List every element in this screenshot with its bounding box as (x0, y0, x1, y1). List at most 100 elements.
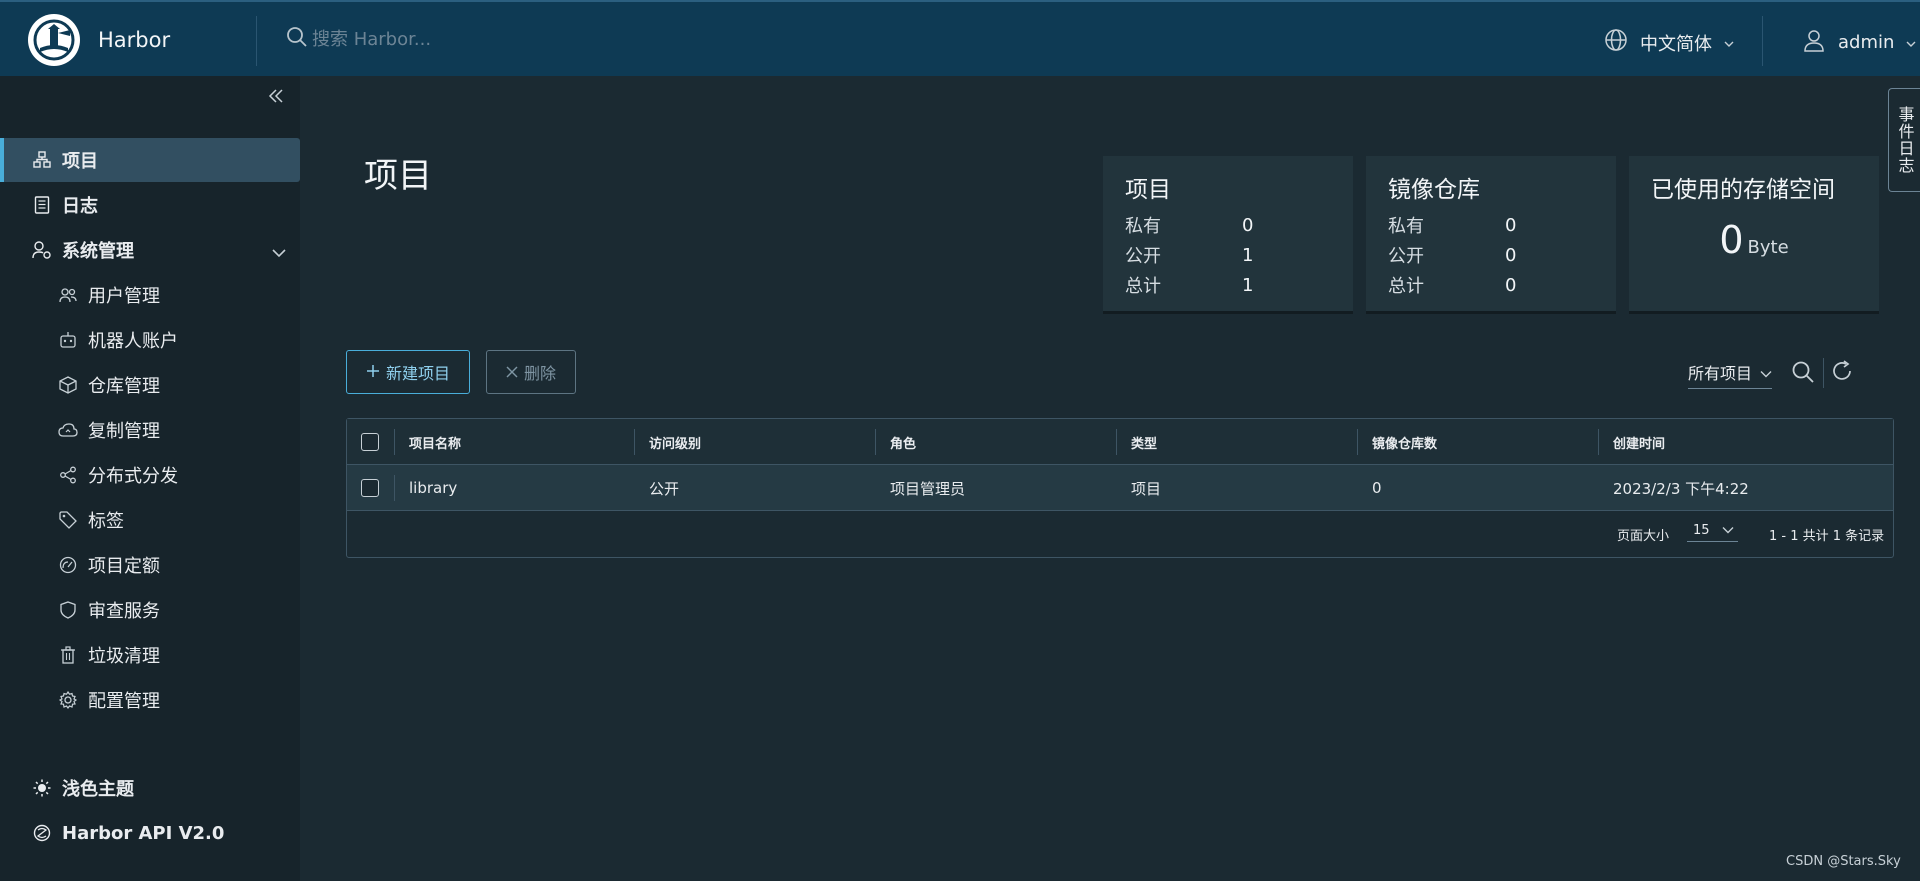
card-row-value: 0 (1505, 244, 1517, 266)
header-divider (256, 16, 257, 66)
sidebar-item-admin[interactable]: 系统管理 (0, 228, 300, 272)
select-all-checkbox[interactable] (361, 433, 379, 451)
card-row: 私有 0 (1125, 210, 1331, 240)
gear-icon (58, 690, 78, 710)
card-row: 私有 0 (1388, 210, 1594, 240)
sidebar-item-users[interactable]: 用户管理 (0, 273, 300, 317)
card-row-label: 总计 (1388, 276, 1424, 297)
close-icon (506, 363, 518, 382)
column-header-role[interactable]: 角色 (890, 419, 916, 465)
replication-icon (58, 420, 78, 440)
page-size-label: 页面大小 (1617, 529, 1670, 544)
page-size-select[interactable]: 15 (1687, 521, 1738, 542)
project-filter-select[interactable]: 所有项目 (1688, 360, 1773, 389)
user-menu[interactable]: admin (1796, 28, 1920, 57)
search-input[interactable] (312, 28, 732, 50)
sidebar-item-label: 仓库管理 (88, 376, 160, 397)
sidebar-item-logs[interactable]: 日志 (0, 183, 300, 227)
card-row-label: 私有 (1125, 216, 1161, 237)
trash-icon (58, 645, 78, 665)
share-icon (58, 465, 78, 485)
table-header: 项目名称 访问级别 角色 类型 镜像仓库数 创建时间 (347, 419, 1893, 465)
card-row: 总计 0 (1388, 270, 1594, 300)
sidebar-item-robot-accounts[interactable]: 机器人账户 (0, 318, 300, 362)
storage-value: 0 Byte (1651, 218, 1857, 262)
api-link[interactable]: Harbor API V2.0 (0, 811, 300, 855)
column-divider (394, 475, 395, 501)
column-header-repo-count[interactable]: 镜像仓库数 (1372, 419, 1437, 465)
sidebar-item-registries[interactable]: 仓库管理 (0, 363, 300, 407)
users-icon (58, 285, 78, 305)
new-project-button[interactable]: 新建项目 (346, 350, 470, 394)
top-header: Harbor 中文简体 admin (0, 0, 1920, 76)
projects-summary-card: 项目 私有 0 公开 1 总计 1 (1103, 156, 1353, 314)
refresh-icon[interactable] (1831, 360, 1853, 386)
row-checkbox-cell (361, 465, 379, 511)
chevron-down-icon[interactable] (272, 242, 286, 263)
brand[interactable]: Harbor (28, 14, 170, 66)
sidebar-item-distributions[interactable]: 分布式分发 (0, 453, 300, 497)
column-divider (394, 429, 395, 455)
card-row-label: 公开 (1388, 246, 1424, 267)
robot-icon (58, 330, 78, 350)
registry-icon (58, 375, 78, 395)
chevron-down-icon (1906, 32, 1916, 53)
card-row-label: 公开 (1125, 246, 1161, 267)
column-header-type[interactable]: 类型 (1131, 419, 1157, 465)
column-divider[interactable] (1357, 429, 1358, 455)
sidebar-item-projects[interactable]: 项目 (0, 138, 300, 182)
sidebar-item-configuration[interactable]: 配置管理 (0, 678, 300, 722)
projects-table: 项目名称 访问级别 角色 类型 镜像仓库数 创建时间 library 公开 项目… (346, 418, 1894, 558)
sidebar-item-label: 用户管理 (88, 286, 160, 307)
logs-icon (32, 195, 52, 215)
column-header-access[interactable]: 访问级别 (649, 419, 701, 465)
sidebar: 项目 日志 系统管理 用户管理 机器人账户 仓库管理 复制管理 分布式分发 标签… (0, 76, 300, 881)
card-row: 总计 1 (1125, 270, 1331, 300)
column-divider[interactable] (1598, 429, 1599, 455)
repo-count-cell: 0 (1372, 479, 1382, 497)
sidebar-item-garbage-collection[interactable]: 垃圾清理 (0, 633, 300, 677)
column-divider[interactable] (875, 429, 876, 455)
delete-button[interactable]: 删除 (486, 350, 576, 394)
search-box[interactable] (286, 26, 732, 52)
sidebar-item-interrogation[interactable]: 审查服务 (0, 588, 300, 632)
api-label: Harbor API V2.0 (62, 822, 225, 844)
harbor-logo-icon (28, 14, 80, 66)
collapse-sidebar-icon[interactable] (268, 88, 284, 108)
language-selector[interactable]: 中文简体 (1598, 28, 1740, 57)
card-row: 公开 0 (1388, 240, 1594, 270)
column-header-name[interactable]: 项目名称 (409, 419, 461, 465)
row-checkbox[interactable] (361, 479, 379, 497)
chevron-down-icon (1724, 32, 1734, 53)
event-log-label: 事件日志 (1895, 106, 1915, 174)
watermark: CSDN @Stars.Sky (1786, 854, 1901, 869)
theme-label: 浅色主题 (62, 779, 134, 800)
sidebar-item-quotas[interactable]: 项目定额 (0, 543, 300, 587)
table-row: library 公开 项目管理员 项目 0 2023/2/3 下午4:22 (347, 465, 1893, 511)
column-header-created[interactable]: 创建时间 (1613, 419, 1665, 465)
sidebar-item-label: 审查服务 (88, 601, 160, 622)
sidebar-item-label: 垃圾清理 (88, 646, 160, 667)
storage-unit: Byte (1747, 237, 1789, 258)
card-row-label: 总计 (1125, 276, 1161, 297)
sidebar-item-label: 日志 (62, 196, 98, 217)
admin-icon (32, 240, 52, 260)
select-all-checkbox-cell (361, 419, 379, 465)
project-name-link[interactable]: library (409, 465, 457, 511)
event-log-tab[interactable]: 事件日志 (1888, 88, 1920, 192)
column-divider[interactable] (1116, 429, 1117, 455)
card-row-value: 0 (1505, 274, 1517, 296)
sidebar-item-label: 项目 (62, 151, 98, 172)
sidebar-item-label: 系统管理 (62, 241, 134, 262)
header-divider (1762, 16, 1763, 66)
column-divider[interactable] (634, 429, 635, 455)
storage-number: 0 (1719, 218, 1744, 262)
chevron-down-icon (1722, 523, 1734, 538)
sidebar-item-labels[interactable]: 标签 (0, 498, 300, 542)
sidebar-item-replications[interactable]: 复制管理 (0, 408, 300, 452)
search-icon[interactable] (1791, 360, 1815, 388)
user-icon (1802, 28, 1826, 57)
sidebar-item-label: 标签 (88, 511, 124, 532)
type-cell: 项目 (1131, 479, 1162, 498)
theme-toggle[interactable]: 浅色主题 (0, 766, 300, 810)
